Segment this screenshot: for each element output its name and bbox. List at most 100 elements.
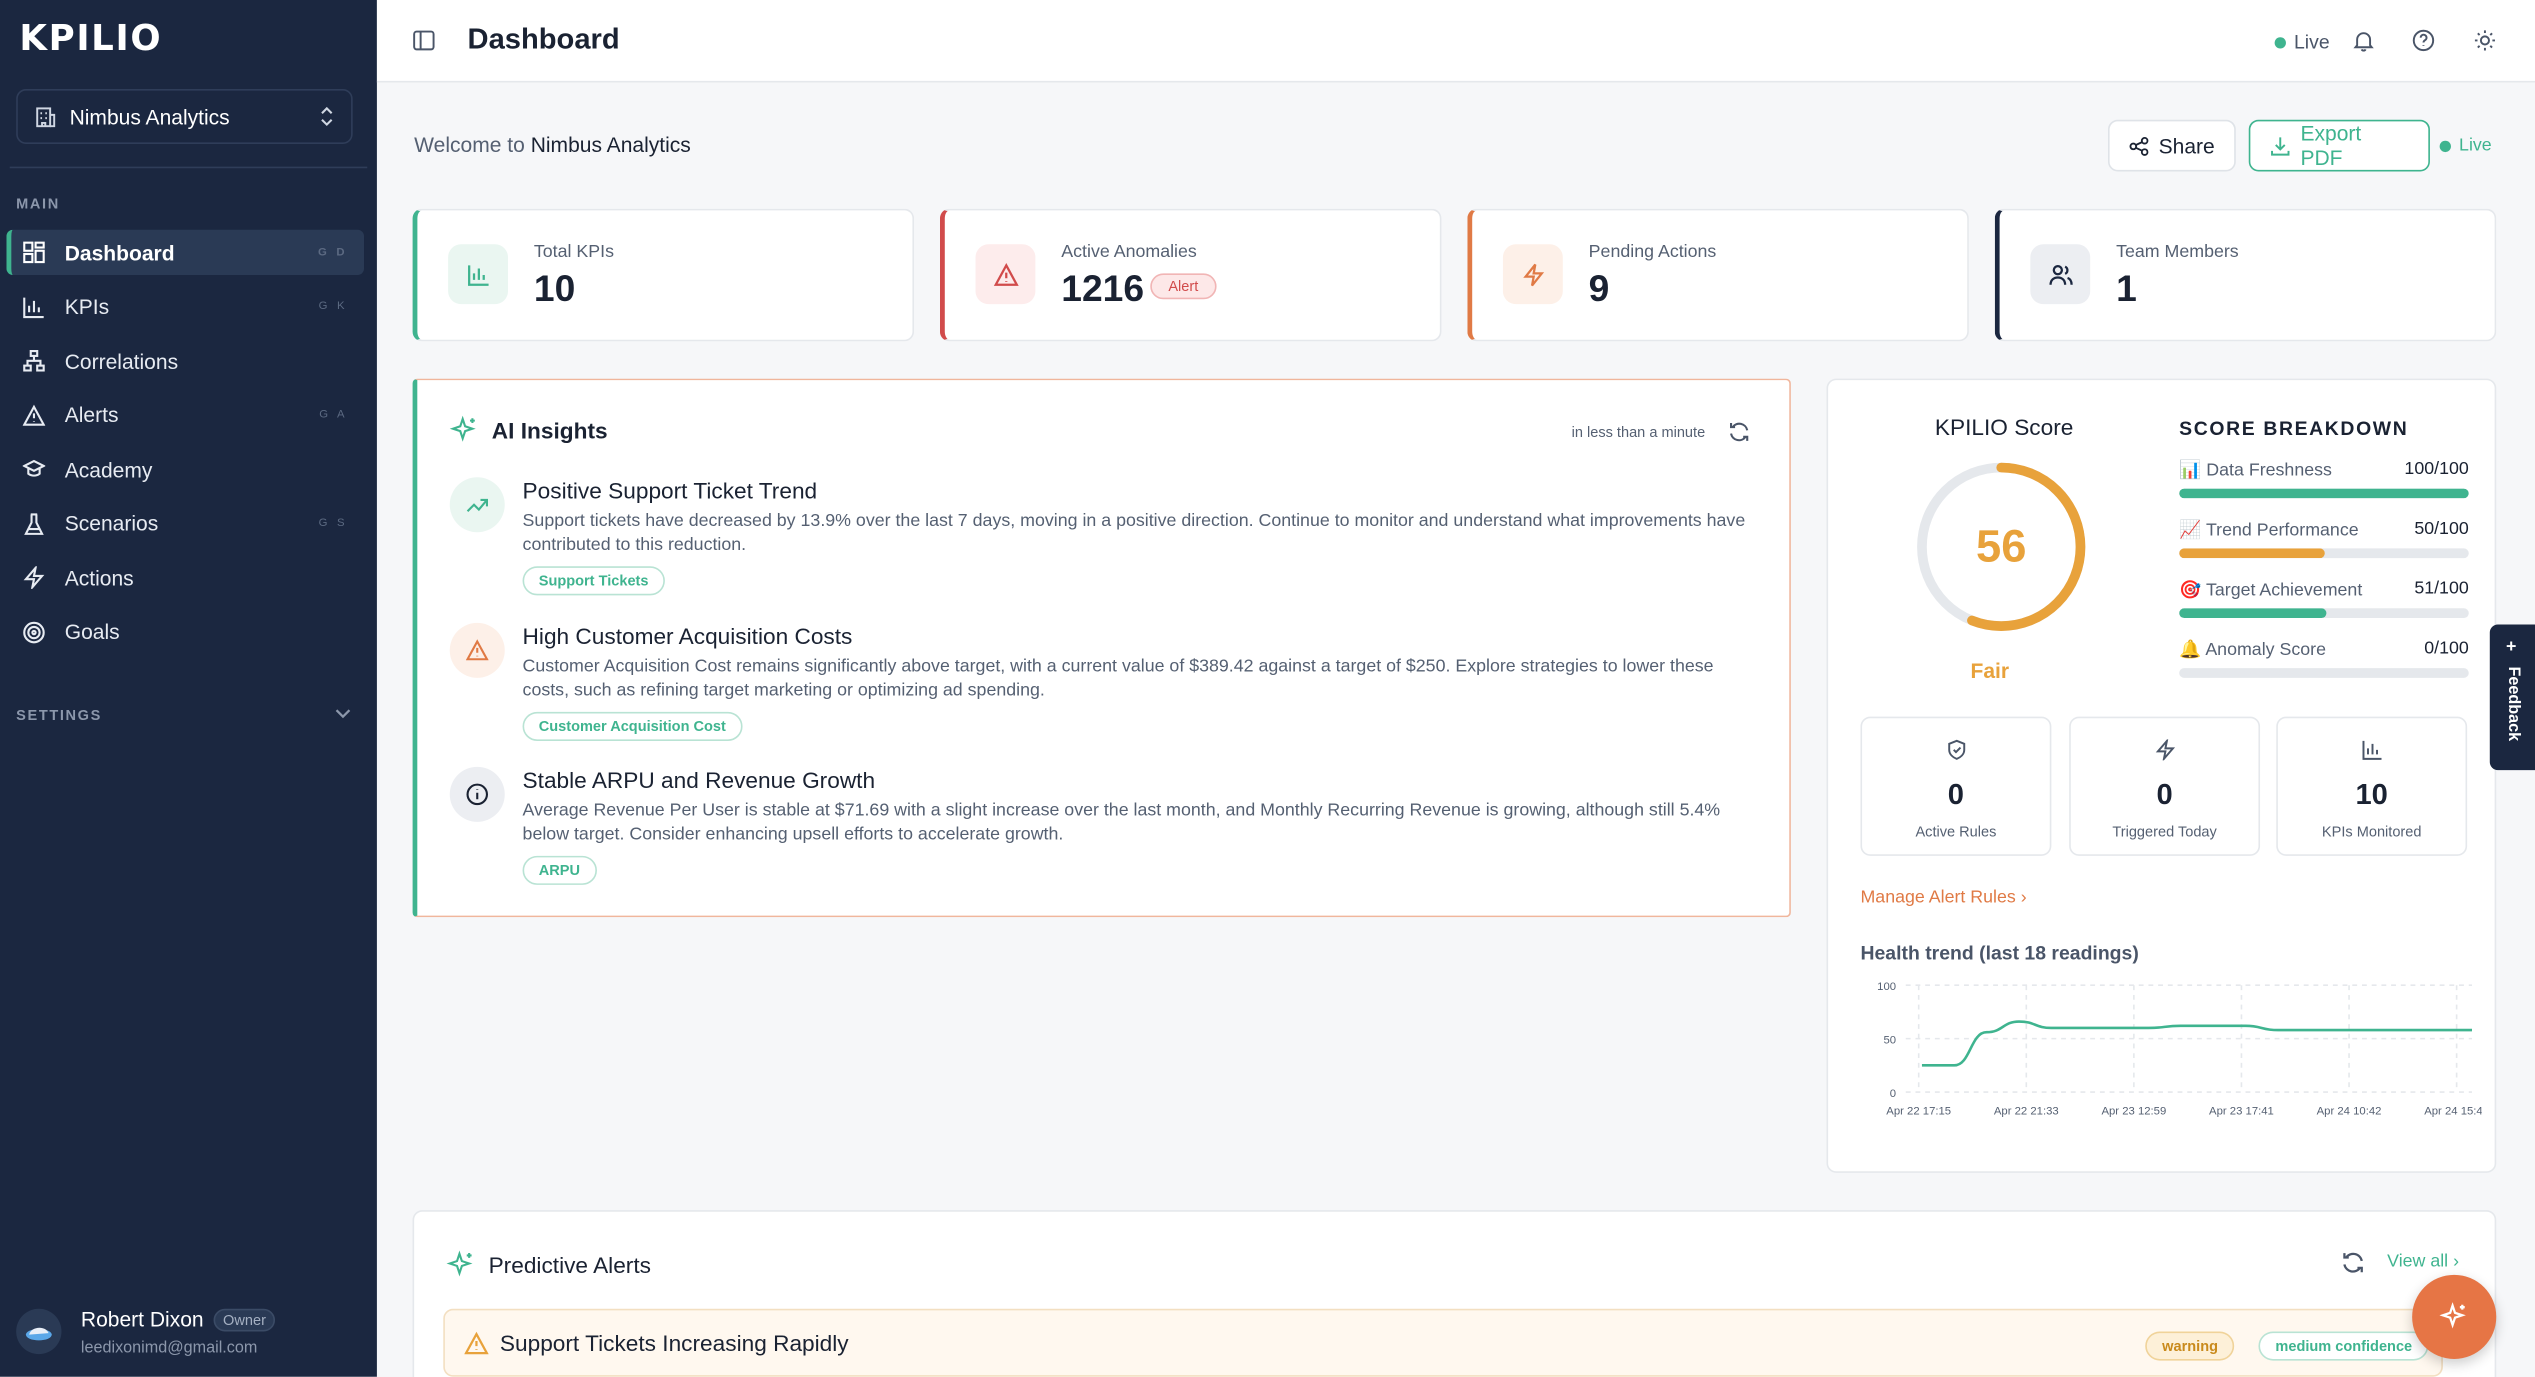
breakdown-title: SCORE BREAKDOWN: [2179, 417, 2409, 441]
breakdown-label: Target Achievement: [2205, 580, 2363, 601]
sidebar-item-alerts[interactable]: Alerts G A: [6, 392, 364, 437]
mini-stat-active-rules[interactable]: 0 Active Rules: [1860, 716, 2052, 856]
stat-card-pending-actions[interactable]: Pending Actions 9: [1467, 208, 1969, 342]
welcome-org: Nimbus Analytics: [530, 132, 691, 157]
predictive-alert-item[interactable]: Support Tickets Increasing Rapidly warni…: [443, 1308, 2443, 1377]
section-label-main: MAIN: [16, 195, 60, 212]
sidebar-item-correlations[interactable]: Correlations: [6, 338, 364, 383]
ai-insights-header: AI Insights: [449, 415, 608, 445]
warning-icon: [22, 403, 46, 425]
refresh-icon[interactable]: [2341, 1251, 2365, 1275]
grid-icon: [23, 241, 45, 264]
stat-value: 10: [533, 266, 576, 309]
predictive-alert-title: Support Tickets Increasing Rapidly: [499, 1329, 849, 1356]
alert-badge: Alert: [1150, 273, 1217, 300]
export-pdf-button[interactable]: Export PDF: [2248, 119, 2430, 172]
sidebar-item-scenarios[interactable]: Scenarios G S: [6, 501, 364, 546]
insight-description: Support tickets have decreased by 13.9% …: [522, 511, 1746, 555]
insight-title: Positive Support Ticket Trend: [522, 477, 818, 504]
warning-icon: [993, 262, 1018, 286]
share-label: Share: [2158, 133, 2215, 158]
mini-stat-value: 10: [2355, 778, 2388, 811]
avatar-image-icon: [25, 1327, 52, 1341]
org-name: Nimbus Analytics: [69, 104, 230, 129]
feedback-label: Feedback: [2504, 666, 2523, 742]
insight-title: Stable ARPU and Revenue Growth: [522, 766, 876, 793]
manage-alert-rules-link[interactable]: Manage Alert Rules ›: [1860, 888, 2026, 907]
stat-value: 9: [1588, 266, 1610, 309]
user-email: leedixonimd@gmail.com: [80, 1339, 258, 1358]
breakdown-track: [2179, 668, 2469, 678]
breakdown-label: Data Freshness: [2206, 461, 2332, 481]
view-all-link[interactable]: View all ›: [2387, 1252, 2459, 1271]
mini-stat-kpis-monitored[interactable]: 10 KPIs Monitored: [2276, 716, 2468, 856]
sidebar: KPILIO Nimbus Analytics MAIN Dashboard G…: [0, 0, 377, 1377]
mini-stat-triggered-today[interactable]: 0 Triggered Today: [2069, 716, 2261, 856]
breakdown-fill: [2179, 548, 2324, 559]
predictive-header: Predictive Alerts: [446, 1250, 651, 1280]
trend-emoji-icon: 📈: [2179, 520, 2202, 541]
breakdown-fill: [2179, 488, 2469, 499]
bar-chart-icon: [2361, 740, 2381, 760]
user-profile[interactable]: Robert Dixon Owner leedixonimd@gmail.com: [16, 1286, 361, 1377]
insight-tag[interactable]: ARPU: [522, 855, 597, 885]
target-emoji-icon: 🎯: [2179, 580, 2202, 601]
insight-description: Average Revenue Per User is stable at $7…: [522, 800, 1721, 845]
share-icon: [2129, 136, 2149, 156]
view-all-label: View all: [2387, 1252, 2449, 1272]
stat-card-active-anomalies[interactable]: Active Anomalies 1216 Alert: [939, 208, 1442, 342]
ai-insights-panel: AI Insights in less than a minute Positi…: [412, 378, 1791, 918]
help-icon[interactable]: [2412, 29, 2435, 52]
breakdown-value: 0/100: [2424, 639, 2469, 659]
live-label: Live: [2294, 30, 2330, 54]
divider: [9, 166, 368, 169]
info-icon: [466, 783, 489, 806]
theme-sun-icon[interactable]: [2474, 29, 2497, 52]
severity-badge: warning: [2145, 1331, 2235, 1361]
sidebar-item-kpis[interactable]: KPIs G K: [6, 284, 364, 329]
section-label-settings[interactable]: SETTINGS: [16, 707, 102, 723]
sidebar-item-label: Goals: [64, 619, 120, 644]
graduation-cap-icon: [22, 459, 46, 477]
sidebar-item-goals[interactable]: Goals: [6, 609, 364, 654]
sidebar-item-academy[interactable]: Academy: [6, 447, 364, 492]
score-value: 56: [1976, 520, 2026, 571]
ai-assistant-fab[interactable]: [2412, 1274, 2497, 1359]
feedback-tab[interactable]: + Feedback: [2489, 624, 2535, 771]
insight-icon-bg: [449, 622, 505, 678]
y-tick-label: 50: [1883, 1034, 1896, 1046]
score-rating: Fair: [1970, 658, 2010, 683]
sidebar-item-label: Alerts: [64, 402, 119, 428]
sidebar-item-dashboard[interactable]: Dashboard G D: [6, 229, 365, 276]
sparkles-icon: [2439, 1302, 2466, 1329]
share-button[interactable]: Share: [2107, 119, 2236, 172]
org-selector[interactable]: Nimbus Analytics: [16, 88, 353, 144]
chevron-updown-icon: [321, 106, 333, 127]
export-label: Export PDF: [2300, 121, 2362, 170]
users-icon: [2048, 264, 2072, 285]
refresh-icon[interactable]: [1728, 421, 1751, 444]
breakdown-row: 🎯 Target Achievement 51/100: [2179, 579, 2469, 618]
shortcut-hint: G K: [318, 300, 348, 313]
insight-tag[interactable]: Customer Acquisition Cost: [522, 711, 743, 741]
kpilio-score-panel: KPILIO Score 56 Fair SCORE BREAKDOWN 📊 D…: [1826, 378, 2497, 1173]
chevron-down-icon[interactable]: [335, 707, 351, 720]
insight-icon-bg: [449, 477, 505, 533]
mini-stat-label: KPIs Monitored: [2321, 823, 2422, 840]
bell-icon[interactable]: [2352, 29, 2375, 52]
sidebar-item-label: Academy: [64, 457, 153, 482]
stat-icon-bg: [2030, 244, 2091, 305]
sidebar-toggle-icon[interactable]: [413, 29, 436, 52]
insight-tag[interactable]: Support Tickets: [522, 566, 665, 596]
sidebar-item-label: Correlations: [64, 348, 179, 373]
sidebar-item-actions[interactable]: Actions: [6, 555, 364, 600]
stat-card-total-kpis[interactable]: Total KPIs 10: [412, 208, 915, 342]
live-dot: [2274, 36, 2286, 48]
mini-stat-value: 0: [1947, 778, 1965, 811]
welcome-text: Welcome to Nimbus Analytics: [414, 133, 691, 157]
welcome-prefix: Welcome to: [414, 132, 525, 157]
avatar: [16, 1308, 62, 1355]
x-tick-label: Apr 24 10:42: [2317, 1106, 2382, 1118]
top-bar: Dashboard Live: [376, 0, 2535, 83]
stat-card-team-members[interactable]: Team Members 1: [1994, 208, 2497, 342]
